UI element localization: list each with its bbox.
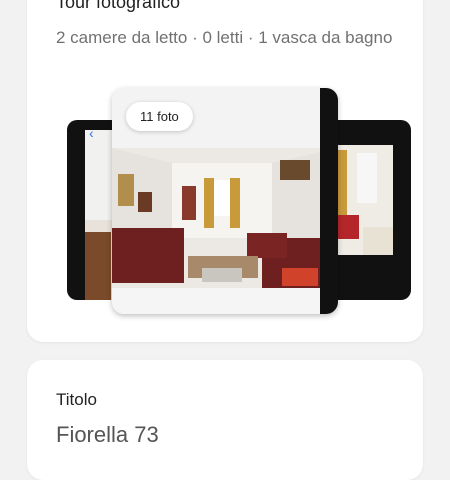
title-label: Titolo: [56, 390, 97, 409]
photo-tour-card[interactable]: Tour fotografico 2 camere da letto · 0 l…: [27, 0, 423, 342]
listing-title-card[interactable]: Titolo Fiorella 73: [27, 360, 423, 480]
photo-thumb-right[interactable]: [327, 120, 411, 300]
tour-room-details: 2 camere da letto · 0 letti · 1 vasca da…: [56, 28, 393, 47]
listing-title-value: Fiorella 73: [56, 422, 159, 447]
tour-heading: Tour fotografico: [56, 0, 181, 12]
photo-main-dark-edge: [320, 88, 338, 314]
chevron-left-icon[interactable]: ‹: [89, 125, 94, 141]
photo-count-badge[interactable]: 11 foto: [126, 102, 193, 131]
photo-main[interactable]: 11 foto: [112, 88, 338, 314]
